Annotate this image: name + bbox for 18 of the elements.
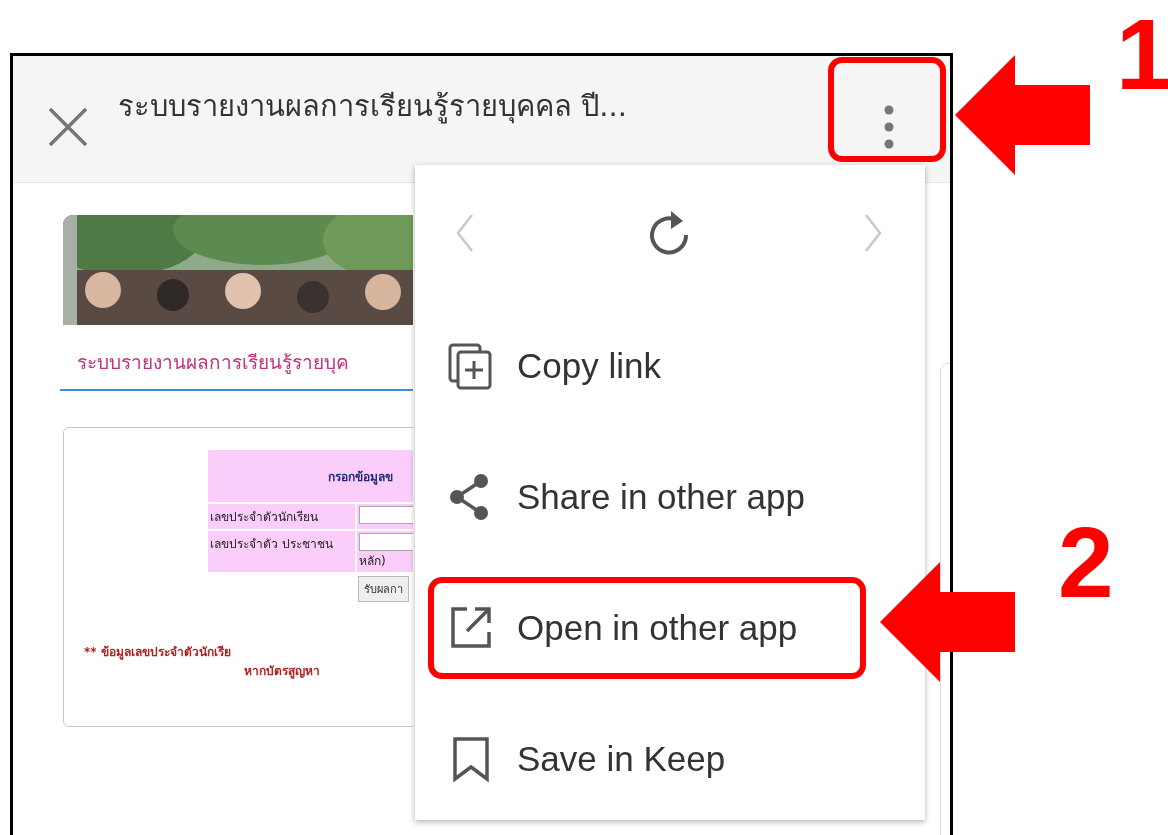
menu-item[interactable]: Open in other app bbox=[428, 577, 866, 679]
callout-number: 2 bbox=[1058, 512, 1114, 612]
close-icon[interactable] bbox=[48, 107, 88, 147]
field-label: เลขประจำตัวนักเรียน bbox=[208, 504, 355, 529]
field-label: เลขประจำตัว ประชาชน bbox=[208, 531, 355, 572]
page-heading: ระบบรายงานผลการเรียนรู้รายบุค bbox=[77, 350, 350, 376]
warning-text: ** ข้อมูลเลขประจำตัวนักเรีย bbox=[84, 644, 232, 661]
field-note: หลัก) bbox=[359, 553, 387, 570]
menu-item[interactable]: Share in other app bbox=[415, 431, 925, 562]
reload-icon[interactable] bbox=[647, 208, 691, 257]
copy-icon bbox=[447, 341, 495, 390]
form-header: กรอกข้อมูลข bbox=[208, 450, 413, 502]
menu-item[interactable]: Save in Keep bbox=[415, 693, 925, 824]
menu-item[interactable]: Copy link bbox=[415, 300, 925, 431]
more-options-icon[interactable] bbox=[883, 105, 895, 149]
warning-text: หากบัตรสูญหา bbox=[244, 663, 321, 680]
submit-button[interactable]: รับผลกา bbox=[358, 576, 409, 602]
page-title: ระบบรายงานผลการเรียนรู้รายบุคคล ปี... bbox=[118, 88, 627, 126]
